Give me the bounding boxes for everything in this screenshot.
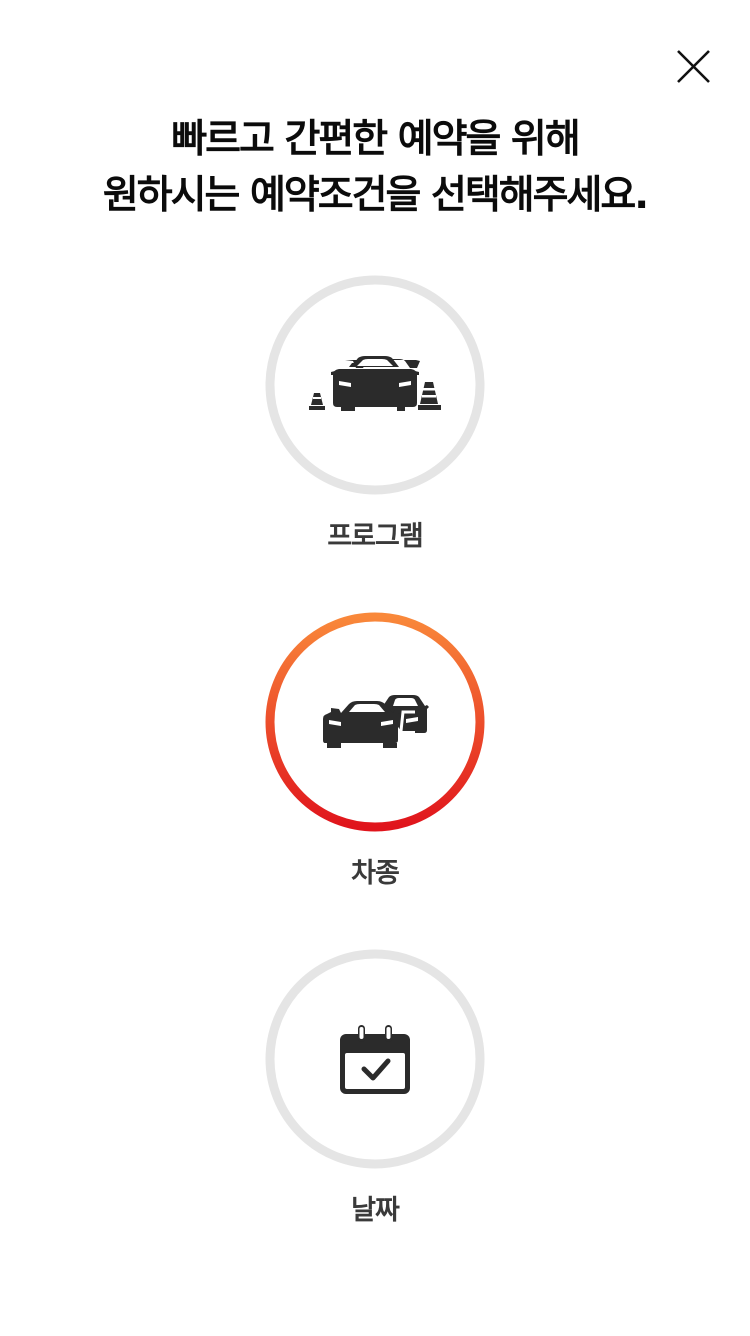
page-title-line-2: 원하시는 예약조건을 선택해주세요. [102,173,649,218]
option-label: 날짜 [351,1195,400,1226]
option-date[interactable]: 날짜 [265,949,485,1249]
car-with-cones-icon [265,275,485,495]
calendar-check-icon [265,949,485,1169]
close-icon [677,50,710,83]
close-button[interactable] [674,47,714,87]
page-title-line-1: 빠르고 간편한 예약을 위해 [171,117,580,162]
option-program[interactable]: 프로그램 [265,275,485,575]
option-car-type[interactable]: 차종 [265,612,485,912]
page-title: 빠르고 간편한 예약을 위해 원하시는 예약조건을 선택해주세요. [0,112,750,224]
two-cars-icon [265,612,485,832]
option-label: 차종 [351,858,400,889]
option-label: 프로그램 [327,521,423,552]
